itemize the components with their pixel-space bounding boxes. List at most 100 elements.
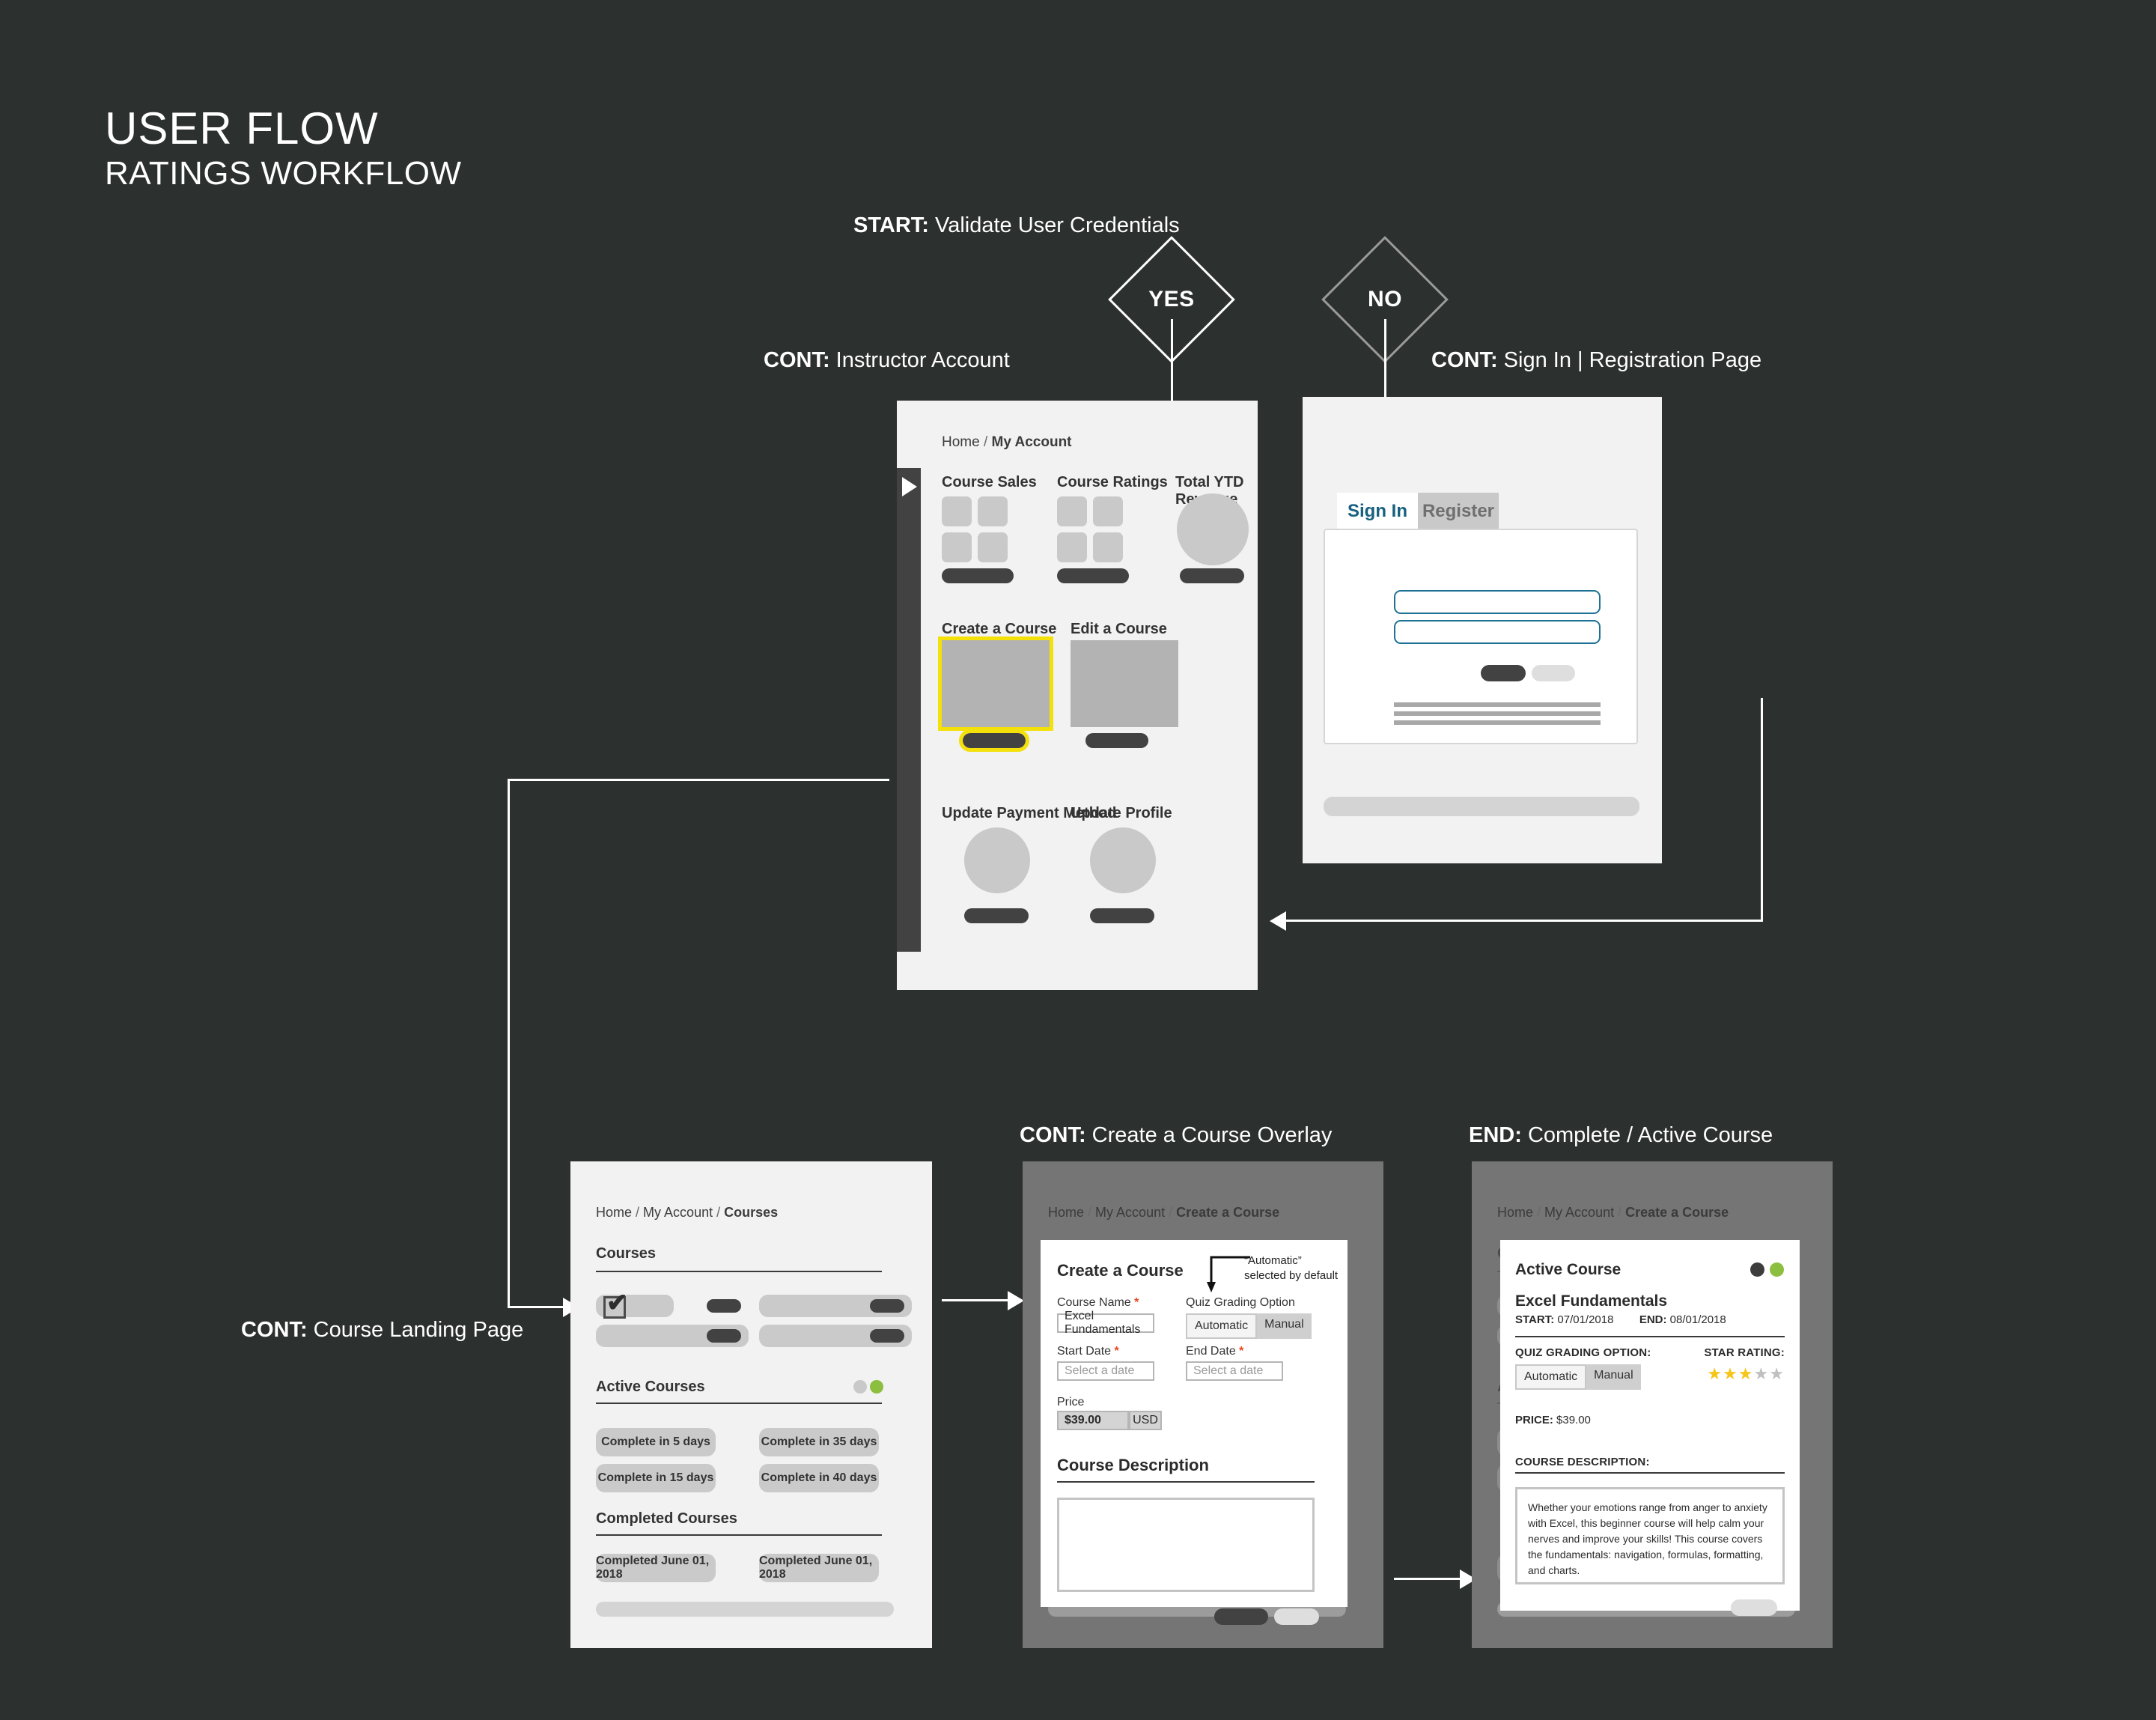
- landing-connector-top: [508, 779, 889, 781]
- update-profile-button[interactable]: [1090, 908, 1154, 923]
- quiz-option-manual[interactable]: Manual: [1586, 1364, 1641, 1390]
- end-date-label: End Date *: [1186, 1345, 1243, 1358]
- description-textarea[interactable]: [1057, 1498, 1315, 1592]
- completed-course-item[interactable]: Completed June 01, 2018: [759, 1554, 879, 1582]
- stat-button[interactable]: [1057, 568, 1129, 583]
- username-field[interactable]: [1394, 590, 1601, 614]
- start-date-input[interactable]: Select a date: [1057, 1361, 1154, 1381]
- cont-signin-prefix: CONT:: [1431, 348, 1498, 372]
- active-course-item[interactable]: Complete in 35 days: [759, 1428, 879, 1456]
- stat-tile: [1093, 496, 1123, 526]
- landing-connector-vertical: [508, 779, 510, 1307]
- stat-label-course-ratings: Course Ratings: [1057, 474, 1168, 490]
- update-payment-button[interactable]: [964, 908, 1029, 923]
- list-item-button[interactable]: [707, 1329, 741, 1343]
- horizontal-scrollbar[interactable]: [1324, 797, 1639, 816]
- breadcrumb-account[interactable]: My Account: [643, 1205, 713, 1220]
- cont-overlay-label: CONT: Create a Course Overlay: [1020, 1123, 1332, 1148]
- tab-sign-in[interactable]: Sign In: [1337, 493, 1418, 530]
- active-course-item[interactable]: Complete in 40 days: [759, 1464, 879, 1492]
- user-flow-canvas: USER FLOW RATINGS WORKFLOW START: Valida…: [0, 0, 2156, 1720]
- card-divider: [1515, 1336, 1785, 1337]
- text-placeholder-line: [1394, 702, 1601, 707]
- quiz-grading-toggle[interactable]: Automatic Manual: [1515, 1364, 1641, 1390]
- close-button[interactable]: [1731, 1599, 1777, 1616]
- quiz-option-automatic[interactable]: Automatic: [1515, 1364, 1587, 1390]
- edit-course-thumbnail[interactable]: [1071, 640, 1178, 727]
- price-label: PRICE:: [1515, 1414, 1553, 1426]
- breadcrumb: Home / My Account / Create a Course: [1497, 1205, 1729, 1220]
- stat-tile: [1093, 532, 1123, 562]
- stat-tile: [942, 532, 972, 562]
- status-dot-dark[interactable]: [1750, 1262, 1764, 1277]
- create-course-button[interactable]: [959, 729, 1029, 752]
- edit-course-button[interactable]: [1085, 733, 1148, 748]
- cont-overlay-prefix: CONT:: [1020, 1123, 1086, 1147]
- submit-button[interactable]: [1481, 665, 1526, 681]
- active-course-item[interactable]: Complete in 5 days: [596, 1428, 716, 1456]
- stat-button[interactable]: [942, 568, 1014, 583]
- create-course-overlay-panel: Home / My Account / Create a Course C A …: [1023, 1161, 1383, 1648]
- quiz-option-manual[interactable]: Manual: [1257, 1313, 1312, 1339]
- horizontal-scrollbar[interactable]: [596, 1602, 894, 1617]
- end-label: END: Complete / Active Course: [1469, 1123, 1773, 1148]
- password-field[interactable]: [1394, 620, 1601, 644]
- section-heading-active-courses: Active Courses: [596, 1379, 705, 1395]
- breadcrumb: Home / My Account / Courses: [596, 1205, 779, 1220]
- status-dot-active[interactable]: [870, 1380, 883, 1394]
- required-marker: *: [1114, 1345, 1119, 1358]
- star-icon-empty: ★: [1753, 1364, 1770, 1383]
- action-label-edit-course: Edit a Course: [1071, 621, 1167, 637]
- status-dot-green[interactable]: [1770, 1262, 1784, 1277]
- breadcrumb-home[interactable]: Home: [1048, 1205, 1084, 1220]
- pencil-icon[interactable]: ✎: [1642, 1443, 1655, 1461]
- active-course-item[interactable]: Complete in 15 days: [596, 1464, 716, 1492]
- create-course-modal: Create a Course “Automatic” selected by …: [1041, 1240, 1348, 1625]
- list-item-button[interactable]: [870, 1299, 904, 1313]
- update-payment-avatar: [964, 827, 1030, 893]
- breadcrumb-home[interactable]: Home: [1497, 1205, 1533, 1220]
- quiz-option-automatic[interactable]: Automatic: [1186, 1313, 1258, 1339]
- course-name-input[interactable]: Excel Fundamentals: [1057, 1310, 1154, 1336]
- annotation-line-2: selected by default: [1244, 1268, 1339, 1282]
- price-row: PRICE: $39.00: [1515, 1414, 1591, 1426]
- play-triangle-icon[interactable]: [902, 477, 917, 496]
- sidebar-rail[interactable]: [897, 468, 921, 952]
- cont-signin-text: Sign In | Registration Page: [1497, 348, 1762, 372]
- price-input[interactable]: $39.00: [1057, 1411, 1129, 1430]
- annotation-arrow-icon: [1207, 1256, 1250, 1292]
- breadcrumb-home[interactable]: Home: [596, 1205, 632, 1220]
- tab-register[interactable]: Register: [1418, 493, 1499, 530]
- save-button[interactable]: [1214, 1608, 1268, 1625]
- title-sub: RATINGS WORKFLOW: [105, 155, 462, 192]
- completed-course-item[interactable]: Completed June 01, 2018: [596, 1554, 716, 1582]
- star-icon-filled: ★: [1738, 1364, 1754, 1383]
- breadcrumb-account[interactable]: My Account: [1095, 1205, 1165, 1220]
- list-item-button[interactable]: [870, 1329, 904, 1343]
- required-marker: *: [1239, 1345, 1244, 1358]
- star-rating[interactable]: ★★★★★: [1707, 1366, 1785, 1383]
- create-course-thumbnail[interactable]: [938, 636, 1053, 731]
- quiz-grading-toggle[interactable]: Automatic Manual: [1186, 1313, 1312, 1339]
- tab-sign-in-label: Sign In: [1348, 501, 1407, 521]
- overlay-connector-arrowhead: [1008, 1291, 1024, 1310]
- pencil-icon[interactable]: ✎: [1633, 1281, 1646, 1299]
- section-divider: [596, 1534, 882, 1536]
- end-label-prefix: END:: [1469, 1123, 1522, 1147]
- cont-landing-text: Course Landing Page: [307, 1318, 524, 1342]
- decision-yes-label: YES: [1148, 287, 1195, 312]
- card-title: Active Course: [1515, 1261, 1621, 1278]
- list-item-button[interactable]: [707, 1299, 741, 1313]
- decision-no-label: NO: [1368, 287, 1402, 312]
- stat-button[interactable]: [1180, 568, 1244, 583]
- breadcrumb-separator: /: [983, 434, 988, 450]
- end-date-input[interactable]: Select a date: [1186, 1361, 1283, 1381]
- breadcrumb-account[interactable]: My Account: [1544, 1205, 1614, 1220]
- status-dot-inactive[interactable]: [853, 1380, 867, 1394]
- end-date-value: 08/01/2018: [1669, 1313, 1726, 1326]
- breadcrumb-home[interactable]: Home: [942, 434, 980, 450]
- secondary-button[interactable]: [1532, 665, 1575, 681]
- section-heading-courses: Courses: [596, 1245, 657, 1262]
- description-readonly-box: Whether your emotions range from anger t…: [1515, 1487, 1785, 1584]
- cancel-button[interactable]: [1274, 1608, 1319, 1625]
